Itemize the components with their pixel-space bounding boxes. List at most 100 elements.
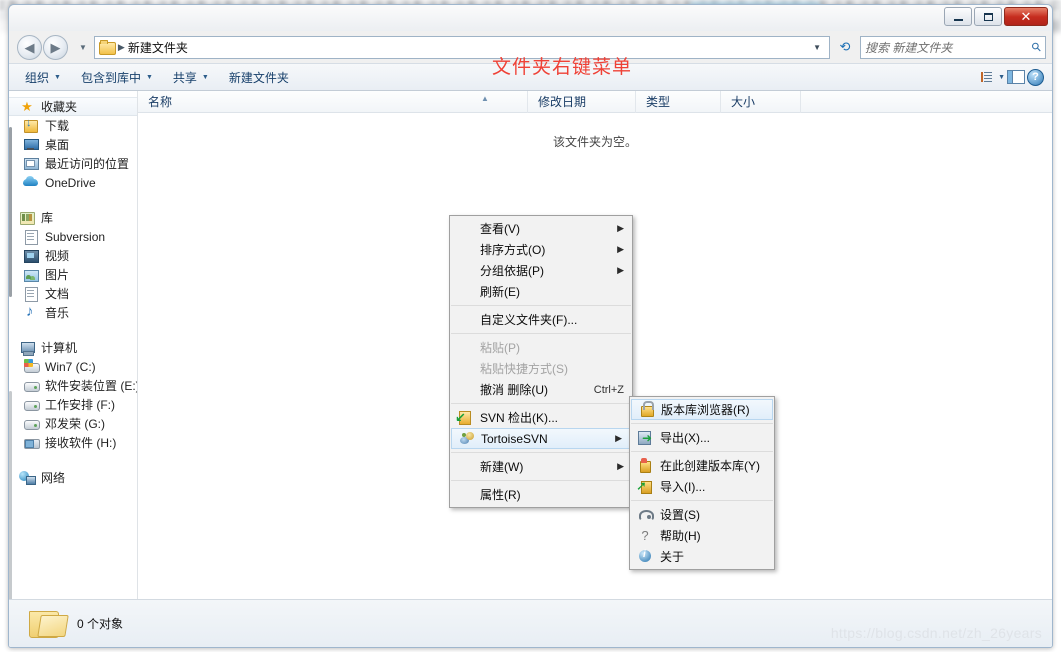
forward-button[interactable]: ▶ <box>43 34 68 60</box>
column-header-size[interactable]: 大小 <box>721 90 801 113</box>
menu-label: TortoiseSVN <box>481 431 548 446</box>
tortoisesvn-submenu[interactable]: 版本库浏览器(R) 导出(X)... 在此创建版本库(Y) 导入(I)... 设… <box>629 396 775 570</box>
menu-item-refresh[interactable]: 刷新(E) <box>450 281 632 302</box>
sidebar-item-drive-c[interactable]: Win7 (C:) <box>9 357 137 376</box>
menu-item-view[interactable]: 查看(V) ▶ <box>450 218 632 239</box>
nav-group-favorites: ★ 收藏夹 下载 桌面 最近访问的位置 OneDrive <box>9 97 137 192</box>
maximize-button[interactable] <box>974 7 1002 26</box>
nav-group-network: 网络 <box>9 468 137 487</box>
menu-item-new[interactable]: 新建(W) ▶ <box>450 456 632 477</box>
menu-separator <box>451 403 631 404</box>
menu-label: 关于 <box>660 550 685 564</box>
submenu-item-import[interactable]: 导入(I)... <box>630 476 774 497</box>
sidebar-item-drive-g[interactable]: 邓发荣 (G:) <box>9 414 137 433</box>
minimize-button[interactable] <box>944 7 972 26</box>
menu-item-undo-delete[interactable]: 撤消 删除(U) Ctrl+Z <box>450 379 632 400</box>
sidebar-label: 接收软件 (H:) <box>45 436 117 450</box>
repo-browser-icon <box>638 401 656 418</box>
cmd-share[interactable]: 共享 ▼ <box>163 65 219 90</box>
computer-icon <box>19 340 35 356</box>
sidebar-item-subversion[interactable]: Subversion <box>9 227 137 246</box>
sidebar-item-music[interactable]: 音乐 <box>9 303 137 322</box>
recent-locations-icon[interactable]: ▼ <box>76 43 90 52</box>
menu-item-group-by[interactable]: 分组依据(P) ▶ <box>450 260 632 281</box>
sidebar-item-recent-places[interactable]: 最近访问的位置 <box>9 154 137 173</box>
desktop-icon <box>23 137 39 152</box>
context-menu[interactable]: 查看(V) ▶ 排序方式(O) ▶ 分组依据(P) ▶ 刷新(E) 自定义文件夹… <box>449 215 633 508</box>
menu-item-customize-folder[interactable]: 自定义文件夹(F)... <box>450 309 632 330</box>
menu-item-tortoisesvn[interactable]: TortoiseSVN ▶ <box>451 428 631 449</box>
sidebar-item-onedrive[interactable]: OneDrive <box>9 173 137 192</box>
music-icon <box>23 303 39 320</box>
preview-pane-icon[interactable] <box>1007 70 1025 84</box>
sidebar-item-drive-h[interactable]: 接收软件 (H:) <box>9 433 137 452</box>
column-header-name[interactable]: 名称 <box>138 90 528 113</box>
svn-checkout-icon <box>455 409 474 426</box>
menu-label: 撤消 删除(U) <box>480 383 548 397</box>
video-icon <box>23 248 39 263</box>
sidebar-item-libraries[interactable]: 库 <box>9 208 137 227</box>
menu-label: SVN 检出(K)... <box>480 411 559 425</box>
sidebar-label: 网络 <box>41 471 66 485</box>
sidebar-item-computer[interactable]: 计算机 <box>9 338 137 357</box>
network-icon <box>19 470 36 485</box>
empty-folder-message: 该文件夹为空。 <box>552 135 637 149</box>
menu-item-sort-by[interactable]: 排序方式(O) ▶ <box>450 239 632 260</box>
column-header-type[interactable]: 类型 <box>636 90 721 113</box>
close-button[interactable]: ✕ <box>1004 7 1048 26</box>
submenu-item-about[interactable]: 关于 <box>630 546 774 567</box>
menu-separator <box>631 423 773 424</box>
cmd-organize[interactable]: 组织 ▼ <box>15 65 71 90</box>
menu-separator <box>631 451 773 452</box>
document-icon <box>23 229 39 245</box>
sidebar-label: 下载 <box>45 119 70 133</box>
sidebar-item-favorites[interactable]: ★ 收藏夹 <box>9 97 137 116</box>
search-input[interactable]: 搜索 新建文件夹 <box>865 39 1032 56</box>
sidebar-item-videos[interactable]: 视频 <box>9 246 137 265</box>
cmd-new-folder[interactable]: 新建文件夹 <box>219 65 299 90</box>
sidebar-item-network[interactable]: 网络 <box>9 468 137 487</box>
menu-label: 查看(V) <box>480 222 520 236</box>
submenu-arrow-icon: ▶ <box>617 223 624 233</box>
sidebar-item-documents[interactable]: 文档 <box>9 284 137 303</box>
status-item-count: 0 个对象 <box>77 617 124 631</box>
submenu-item-repo-browser[interactable]: 版本库浏览器(R) <box>631 399 773 420</box>
sidebar-item-desktop[interactable]: 桌面 <box>9 135 137 154</box>
menu-item-svn-checkout[interactable]: SVN 检出(K)... <box>450 407 632 428</box>
refresh-icon[interactable]: ⟲ <box>834 36 856 59</box>
title-bar: ✕ <box>9 5 1052 31</box>
downloads-icon <box>23 117 39 133</box>
about-icon <box>636 548 654 565</box>
back-button[interactable]: ◀ <box>17 34 42 60</box>
chevron-down-icon: ▼ <box>201 73 209 81</box>
change-view-icon[interactable] <box>976 69 996 85</box>
submenu-item-settings[interactable]: 设置(S) <box>630 504 774 525</box>
submenu-item-help[interactable]: ? 帮助(H) <box>630 525 774 546</box>
nav-group-computer: 计算机 Win7 (C:) 软件安装位置 (E:) 工作安排 (F:) 邓发荣 … <box>9 338 137 452</box>
submenu-item-create-repo[interactable]: 在此创建版本库(Y) <box>630 455 774 476</box>
search-box[interactable]: 搜索 新建文件夹 ⚲ <box>860 35 1046 59</box>
navigation-scrollbar-track[interactable] <box>9 391 12 599</box>
menu-item-properties[interactable]: 属性(R) <box>450 484 632 505</box>
chevron-down-icon[interactable]: ▼ <box>998 74 1005 81</box>
sidebar-item-drive-f[interactable]: 工作安排 (F:) <box>9 395 137 414</box>
cmd-include-in-library[interactable]: 包含到库中 ▼ <box>71 65 163 90</box>
sidebar-item-drive-e[interactable]: 软件安装位置 (E:) <box>9 376 137 395</box>
submenu-item-export[interactable]: 导出(X)... <box>630 427 774 448</box>
sidebar-item-downloads[interactable]: 下载 <box>9 116 137 135</box>
breadcrumb-current[interactable]: 新建文件夹 <box>128 39 188 56</box>
sidebar-label: 库 <box>41 211 54 225</box>
help-icon[interactable]: ? <box>1027 68 1044 86</box>
sidebar-label: 邓发荣 (G:) <box>45 417 105 431</box>
onedrive-icon <box>23 175 39 190</box>
recent-places-icon <box>23 156 39 171</box>
command-bar-right: ▼ ? <box>976 68 1046 86</box>
menu-separator <box>451 333 631 334</box>
navigation-scrollbar[interactable] <box>9 127 12 297</box>
menu-label: 分组依据(P) <box>480 264 544 278</box>
chevron-down-icon[interactable]: ▼ <box>807 43 827 52</box>
menu-label: 自定义文件夹(F)... <box>480 313 578 327</box>
column-header-date[interactable]: 修改日期 <box>528 90 636 113</box>
chevron-down-icon: ▼ <box>145 73 153 81</box>
sidebar-item-pictures[interactable]: 图片 <box>9 265 137 284</box>
